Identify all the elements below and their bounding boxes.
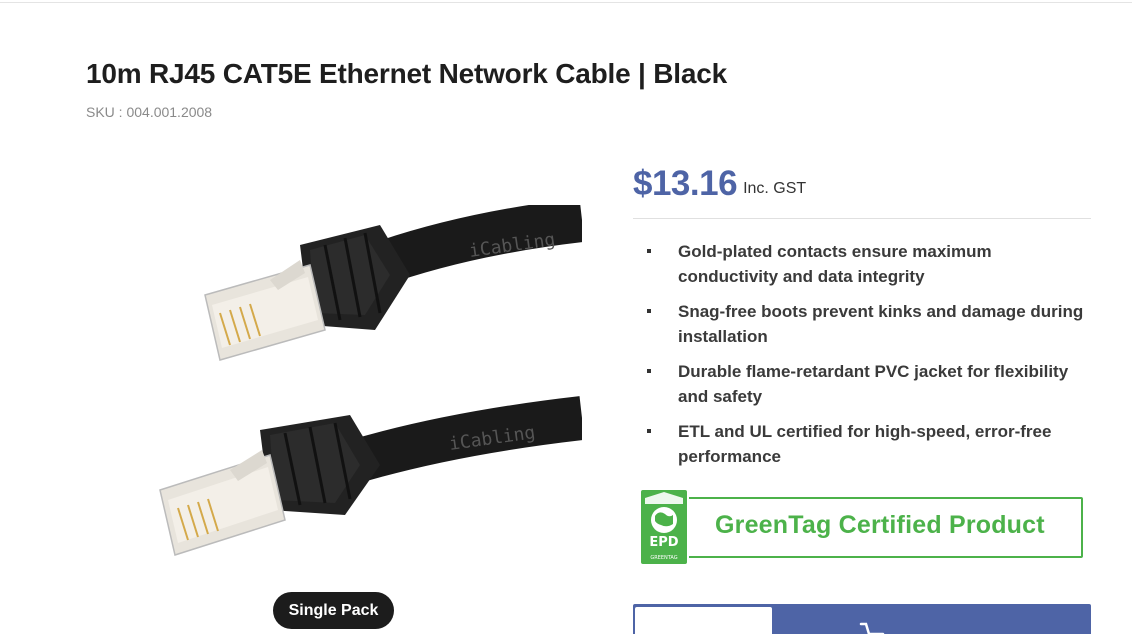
feature-text: Durable flame-retardant PVC jacket for f… <box>678 362 1069 406</box>
bullet-icon <box>647 429 651 433</box>
greentag-badge: GreenTag Certified Product EPD GREENTAG <box>639 488 1083 568</box>
feature-text: Snag-free boots prevent kinks and damage… <box>678 302 1084 346</box>
product-image[interactable]: iCabling iCabling <box>150 205 582 583</box>
feature-text: Gold-plated contacts ensure maximum cond… <box>678 242 992 286</box>
product-sku: SKU : 004.001.2008 <box>86 104 213 120</box>
list-item: Gold-plated contacts ensure maximum cond… <box>646 239 1096 289</box>
bullet-icon <box>647 309 651 313</box>
greentag-logo-icon: EPD GREENTAG <box>639 488 689 566</box>
list-item: Durable flame-retardant PVC jacket for f… <box>646 359 1096 409</box>
bullet-icon <box>647 369 651 373</box>
price-divider <box>633 218 1091 219</box>
list-item: Snag-free boots prevent kinks and damage… <box>646 299 1096 349</box>
greentag-logo-subtext: GREENTAG <box>650 555 677 561</box>
bullet-icon <box>647 249 651 253</box>
greentag-box: GreenTag Certified Product <box>665 497 1083 558</box>
list-item: ETL and UL certified for high-speed, err… <box>646 419 1096 469</box>
price-suffix: Inc. GST <box>743 180 807 197</box>
cart-icon[interactable] <box>859 622 889 636</box>
feature-list: Gold-plated contacts ensure maximum cond… <box>646 239 1096 479</box>
feature-text: ETL and UL certified for high-speed, err… <box>678 422 1052 466</box>
ethernet-cable-illustration: iCabling iCabling <box>159 205 582 556</box>
price-row: $13.16 Inc. GST <box>633 160 806 204</box>
product-price: $13.16 <box>633 164 738 203</box>
single-pack-button[interactable]: Single Pack <box>273 592 394 629</box>
quantity-field[interactable] <box>635 607 772 637</box>
top-divider <box>0 0 1132 3</box>
greentag-logo-text: EPD <box>649 535 678 550</box>
add-to-cart-bar[interactable] <box>633 604 1091 637</box>
greentag-label: GreenTag Certified Product <box>715 511 1045 539</box>
product-title: 10m RJ45 CAT5E Ethernet Network Cable | … <box>86 58 727 89</box>
